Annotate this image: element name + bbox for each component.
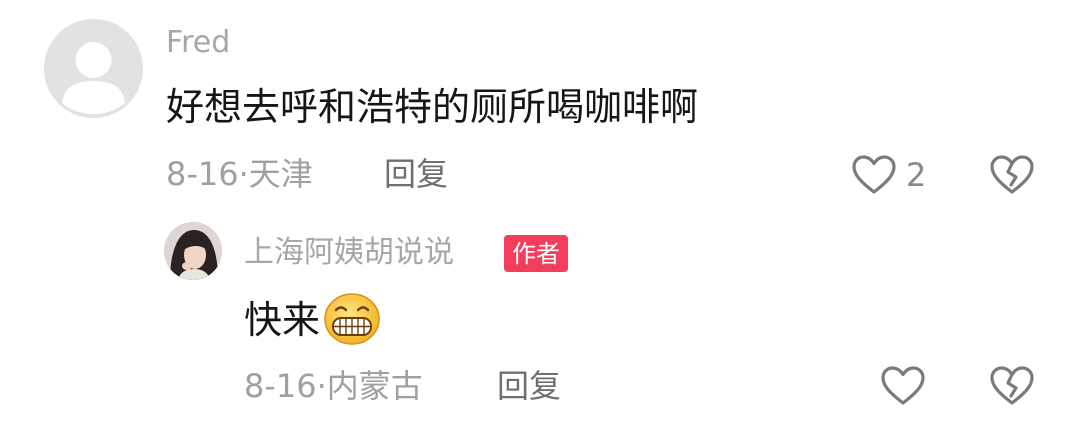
- broken-heart-icon: [990, 155, 1034, 194]
- comment-meta: 8-16·天津: [166, 158, 313, 190]
- default-avatar-icon: [44, 19, 143, 118]
- author-badge: 作者: [504, 235, 568, 272]
- heart-outline-icon: [852, 155, 896, 194]
- comment-location: 天津: [248, 155, 313, 193]
- comment-date: 8-16: [166, 155, 239, 193]
- grinning-face-icon: [323, 292, 381, 346]
- comment-text: 好想去呼和浩特的厕所喝咖啡啊: [166, 85, 699, 129]
- reply-button[interactable]: 回复: [384, 158, 448, 190]
- meta-separator: ·: [316, 367, 327, 405]
- reply-to-reply-button[interactable]: 回复: [497, 370, 561, 402]
- author-avatar-photo: [164, 222, 222, 280]
- broken-heart-icon: [990, 366, 1034, 405]
- reply-dislike-button[interactable]: [989, 365, 1035, 407]
- reply-date: 8-16: [244, 367, 317, 405]
- reply-location: 内蒙古: [326, 367, 423, 405]
- meta-separator: ·: [238, 155, 249, 193]
- heart-outline-icon: [881, 366, 925, 405]
- like-count: 2: [906, 156, 927, 194]
- reply-text: 快来: [244, 298, 321, 342]
- reply-like-button[interactable]: [880, 365, 926, 407]
- dislike-button[interactable]: [989, 154, 1035, 196]
- like-button[interactable]: [851, 154, 897, 196]
- avatar[interactable]: [44, 19, 143, 118]
- reply-username[interactable]: 上海阿姨胡说说: [244, 238, 454, 268]
- author-avatar[interactable]: [164, 222, 222, 280]
- reply-meta: 8-16·内蒙古: [244, 370, 423, 402]
- comment-username[interactable]: Fred: [166, 28, 230, 58]
